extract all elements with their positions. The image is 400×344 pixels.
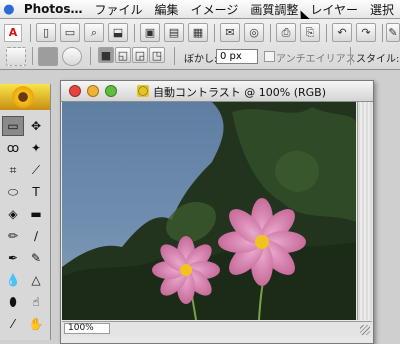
import-icon[interactable]: ⬓ [108, 23, 128, 42]
document-window: 自動コントラスト @ 100% (RGB) 100% [60, 80, 374, 344]
divider [214, 24, 215, 42]
menu-image[interactable]: イメージ [185, 1, 245, 18]
add-selection-icon[interactable]: ◱ [115, 47, 131, 63]
minimize-button[interactable] [87, 85, 99, 97]
shape-tool-icon[interactable]: ⬭ [2, 182, 24, 202]
subtract-selection-icon[interactable]: ◲ [132, 47, 148, 63]
zoom-level-field[interactable]: 100% [64, 323, 110, 334]
divider [270, 24, 271, 42]
marquee-options-bar: ■ ◱ ◲ ◳ ぼかし: アンチエイリアス スタイル: [0, 46, 400, 68]
vertical-scrollbar[interactable] [357, 102, 372, 320]
rect-marquee-icon[interactable] [38, 47, 58, 66]
adobe-online-icon[interactable]: A [4, 24, 22, 42]
crop-tool-icon[interactable]: ⌗ [2, 160, 24, 180]
palette-header [0, 84, 50, 110]
divider [30, 24, 31, 42]
menu-app[interactable]: Photos… [18, 2, 89, 16]
divider [32, 47, 33, 65]
slice-tool-icon[interactable]: ⟋ [25, 160, 47, 180]
pencil-tool-icon[interactable]: ✏ [2, 226, 24, 246]
menu-adjust[interactable]: 画質調整 [244, 1, 304, 18]
resize-grip-icon[interactable] [360, 325, 370, 335]
close-button[interactable] [69, 85, 81, 97]
hand-tool-icon[interactable]: ✋ [25, 314, 47, 334]
antialias-checkbox[interactable] [264, 51, 275, 62]
image-canvas[interactable] [62, 102, 356, 320]
sunflower-logo-icon [12, 86, 34, 108]
undo-icon[interactable]: ↶ [332, 23, 352, 42]
menu-bar: ● Photos… ファイル 編集 イメージ 画質調整 レイヤー 選択 [0, 0, 400, 19]
divider [382, 24, 383, 42]
divider [326, 24, 327, 42]
magic-wand-icon[interactable]: ✦ [25, 138, 47, 158]
ellipse-marquee-icon[interactable] [62, 47, 82, 66]
sponge-tool-icon[interactable]: ⬮ [2, 292, 24, 312]
document-title-bar[interactable]: 自動コントラスト @ 100% (RGB) [61, 81, 373, 102]
print-preview-icon[interactable]: ⎘ [300, 23, 320, 42]
email-icon[interactable]: ✉ [220, 23, 240, 42]
marquee-preset-icon[interactable] [6, 47, 26, 66]
eyedropper-tool-icon[interactable]: ⁄ [2, 314, 24, 334]
print-icon[interactable]: ⎙ [276, 23, 296, 42]
brush-tool-icon[interactable]: ✒ [2, 248, 24, 268]
divider [174, 47, 175, 65]
divider [350, 47, 351, 65]
redo-icon[interactable]: ↷ [356, 23, 376, 42]
web-icon[interactable]: ◎ [244, 23, 264, 42]
feather-label: ぼかし: [184, 54, 218, 65]
pdf-icon[interactable]: ▦ [188, 23, 208, 42]
menu-file[interactable]: ファイル [89, 1, 149, 18]
lasso-tool-icon[interactable]: ꝏ [2, 138, 24, 158]
menu-select[interactable]: 選択 [364, 1, 400, 18]
marquee-tool-icon[interactable]: ▭ [2, 116, 24, 136]
shortcuts-bar: A ▯ ▭ ⌕ ⬓ ▣ ▤ ▦ ✉ ◎ ⎙ ⎘ ↶ ↷ ✎ [0, 21, 400, 45]
document-title: 自動コントラスト @ 100% (RGB) [153, 86, 327, 99]
gradient-tool-icon[interactable]: ▬ [25, 204, 47, 224]
find-icon[interactable]: ✎ [386, 23, 400, 42]
save-icon[interactable]: ▣ [140, 23, 160, 42]
save-as-icon[interactable]: ▤ [164, 23, 184, 42]
style-label: スタイル: [356, 54, 400, 65]
paint-bucket-icon[interactable]: ◈ [2, 204, 24, 224]
menu-edit[interactable]: 編集 [149, 1, 185, 18]
divider [134, 24, 135, 42]
new-selection-icon[interactable]: ■ [98, 47, 114, 63]
line-tool-icon[interactable]: ∕ [25, 226, 47, 246]
open-folder-icon[interactable]: ▭ [60, 23, 80, 42]
divider [90, 47, 91, 65]
clone-stamp-icon[interactable]: ✎ [25, 248, 47, 268]
blur-tool-icon[interactable]: 💧 [2, 270, 24, 290]
status-bar: 100% [62, 321, 372, 336]
move-tool-icon[interactable]: ✥ [25, 116, 47, 136]
options-toolbar: A ▯ ▭ ⌕ ⬓ ▣ ▤ ▦ ✉ ◎ ⎙ ⎘ ↶ ↷ ✎ ■ ◱ ◲ ◳ ぼか… [0, 19, 400, 70]
menu-layer[interactable]: レイヤー [304, 1, 364, 18]
sharpen-tool-icon[interactable]: △ [25, 270, 47, 290]
tool-palette: ▭ ✥ ꝏ ✦ ⌗ ⟋ ⬭ T ◈ ▬ ✏ ∕ ✒ ✎ 💧 △ ⬮ ☝ ⁄ ✋ [0, 84, 51, 340]
smudge-tool-icon[interactable]: ☝ [25, 292, 47, 312]
apple-menu-icon[interactable]: ● [0, 2, 18, 17]
browse-icon[interactable]: ⌕ [84, 23, 104, 42]
new-document-icon[interactable]: ▯ [36, 23, 56, 42]
cosmos-photo [62, 102, 356, 320]
antialias-label: アンチエイリアス [276, 54, 356, 65]
intersect-selection-icon[interactable]: ◳ [149, 47, 165, 63]
zoom-button[interactable] [105, 85, 117, 97]
feather-input[interactable] [216, 49, 258, 64]
type-tool-icon[interactable]: T [25, 182, 47, 202]
document-icon [137, 85, 149, 97]
